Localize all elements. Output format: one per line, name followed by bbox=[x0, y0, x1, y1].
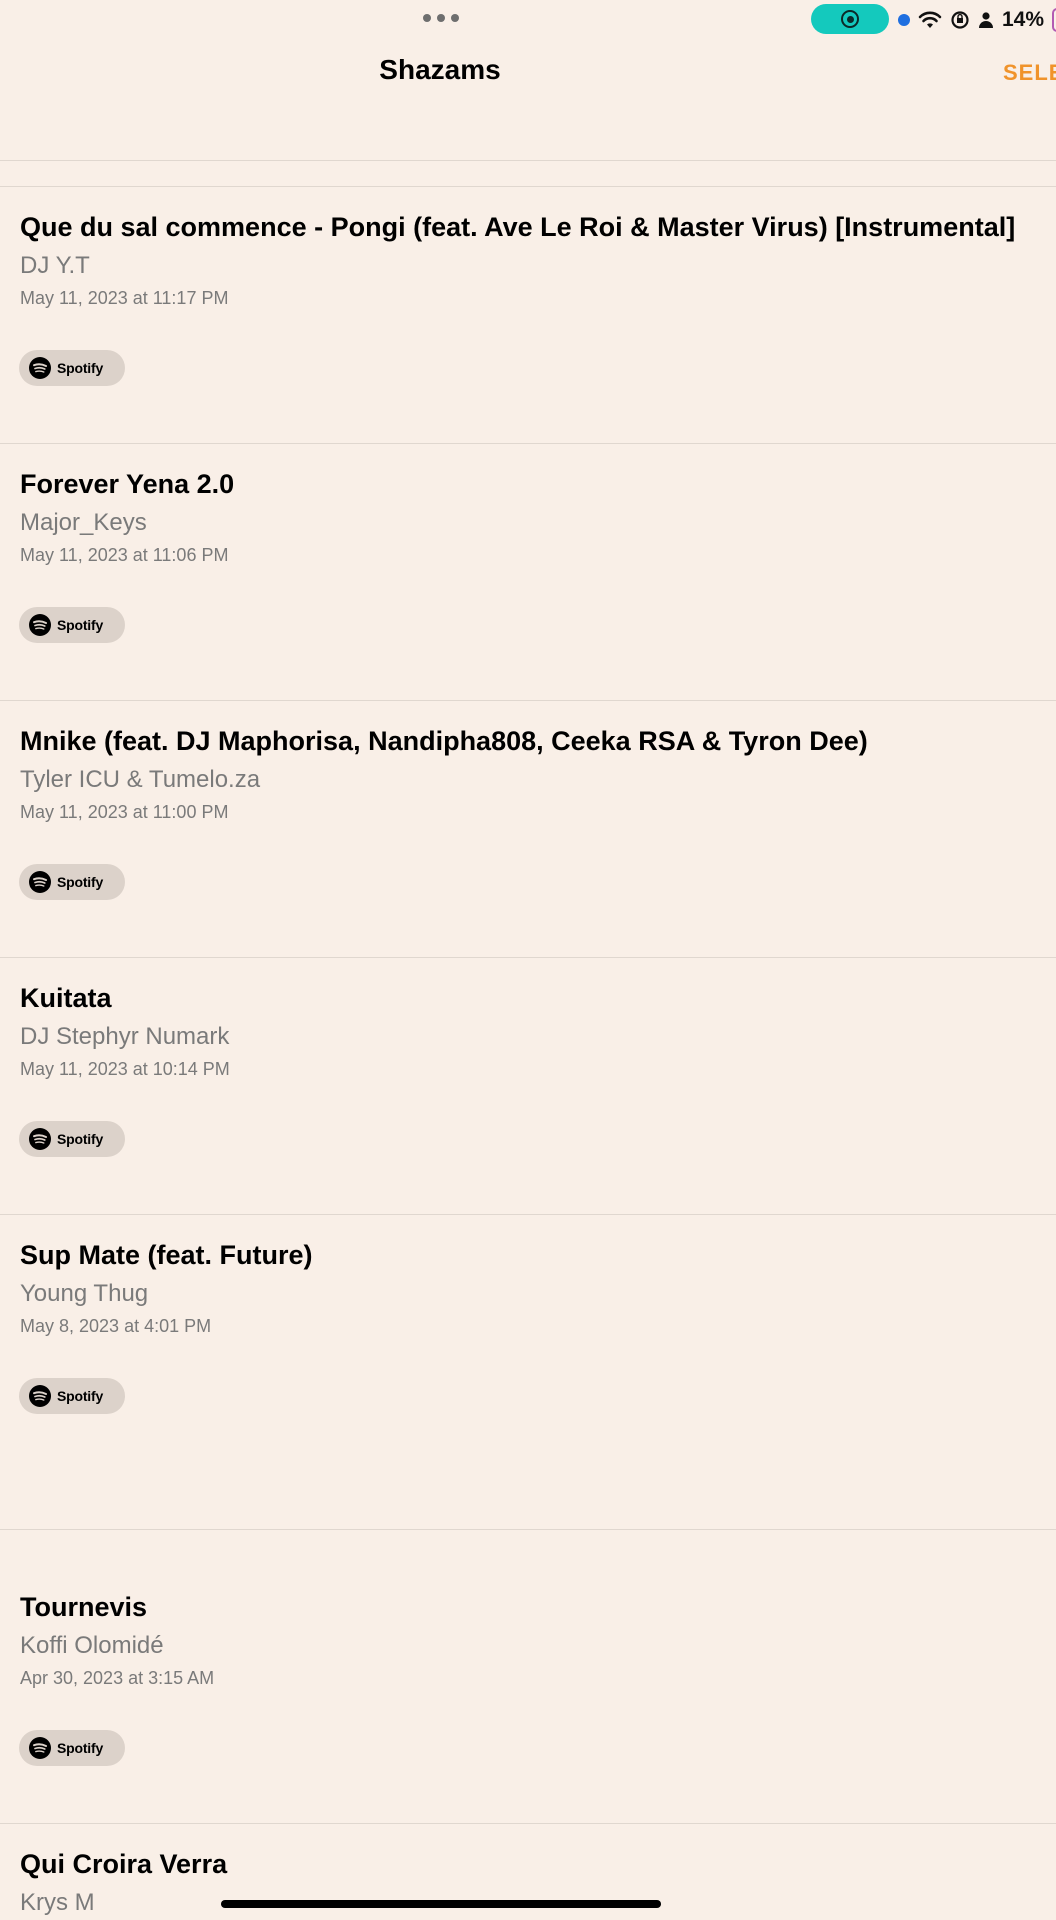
song-artist: DJ Y.T bbox=[20, 252, 90, 279]
song-artist: Young Thug bbox=[20, 1280, 149, 1307]
select-button[interactable]: SELE bbox=[1003, 60, 1056, 86]
spotify-button[interactable]: Spotify bbox=[19, 607, 125, 643]
wifi-icon bbox=[918, 11, 942, 28]
list-item[interactable]: Mnike (feat. DJ Maphorisa, Nandipha808, … bbox=[0, 700, 1056, 957]
song-date: May 8, 2023 at 4:01 PM bbox=[20, 1316, 212, 1336]
spotify-icon bbox=[29, 614, 51, 636]
status-indicators: 14% bbox=[898, 6, 1056, 34]
orientation-lock-icon bbox=[951, 11, 969, 29]
screen-record-icon[interactable] bbox=[811, 4, 889, 34]
spotify-label: Spotify bbox=[57, 1131, 104, 1147]
list-item[interactable]: Kuitata DJ Stephyr Numark May 11, 2023 a… bbox=[0, 957, 1056, 1214]
spotify-label: Spotify bbox=[57, 1740, 104, 1756]
spotify-label: Spotify bbox=[57, 1388, 104, 1404]
song-artist: Koffi Olomidé bbox=[20, 1632, 164, 1659]
battery-icon bbox=[1052, 8, 1056, 32]
song-artist: Tyler ICU & Tumelo.za bbox=[20, 766, 261, 793]
spotify-icon bbox=[29, 1737, 51, 1759]
list-item[interactable]: Sup Mate (feat. Future) Young Thug May 8… bbox=[0, 1214, 1056, 1529]
location-dot-icon bbox=[898, 14, 910, 26]
more-dots-icon[interactable] bbox=[423, 14, 459, 22]
list-item[interactable]: Que du sal commence - Pongi (feat. Ave L… bbox=[0, 186, 1056, 443]
spotify-label: Spotify bbox=[57, 617, 104, 633]
spotify-button[interactable]: Spotify bbox=[19, 1121, 125, 1157]
song-date: May 11, 2023 at 11:00 PM bbox=[20, 802, 229, 822]
song-title: Que du sal commence - Pongi (feat. Ave L… bbox=[20, 212, 1016, 242]
spotify-button[interactable]: Spotify bbox=[19, 1378, 125, 1414]
list-item[interactable]: Forever Yena 2.0 Major_Keys May 11, 2023… bbox=[0, 443, 1056, 700]
song-date: May 11, 2023 at 11:17 PM bbox=[20, 288, 229, 308]
spotify-icon bbox=[29, 871, 51, 893]
spotify-button[interactable]: Spotify bbox=[19, 350, 125, 386]
spotify-icon bbox=[29, 1128, 51, 1150]
status-bar: 14% bbox=[0, 0, 1056, 40]
spotify-button[interactable]: Spotify bbox=[19, 1730, 125, 1766]
song-artist: Krys M bbox=[20, 1889, 95, 1916]
spotify-button[interactable]: Spotify bbox=[19, 864, 125, 900]
song-title: Sup Mate (feat. Future) bbox=[20, 1240, 313, 1270]
page-title: Shazams bbox=[379, 54, 501, 85]
song-date: Apr 30, 2023 at 3:15 AM bbox=[20, 1668, 215, 1688]
battery-percentage: 14% bbox=[1002, 8, 1045, 31]
list-item[interactable]: Tournevis Koffi Olomidé Apr 30, 2023 at … bbox=[0, 1566, 1056, 1823]
song-date: May 11, 2023 at 11:06 PM bbox=[20, 545, 229, 565]
person-icon bbox=[979, 12, 993, 28]
song-title: Kuitata bbox=[20, 983, 112, 1013]
header-divider bbox=[0, 160, 1056, 161]
song-title: Mnike (feat. DJ Maphorisa, Nandipha808, … bbox=[20, 726, 868, 756]
home-indicator[interactable] bbox=[221, 1900, 661, 1908]
song-artist: DJ Stephyr Numark bbox=[20, 1023, 230, 1050]
song-date: May 11, 2023 at 10:14 PM bbox=[20, 1059, 230, 1079]
section-divider bbox=[0, 1529, 1056, 1530]
song-title: Tournevis bbox=[20, 1592, 148, 1622]
spotify-label: Spotify bbox=[57, 874, 104, 890]
song-title: Forever Yena 2.0 bbox=[20, 469, 235, 499]
spotify-label: Spotify bbox=[57, 360, 104, 376]
song-title: Qui Croira Verra bbox=[20, 1849, 228, 1879]
spotify-icon bbox=[29, 357, 51, 379]
song-artist: Major_Keys bbox=[20, 509, 147, 536]
spotify-icon bbox=[29, 1385, 51, 1407]
